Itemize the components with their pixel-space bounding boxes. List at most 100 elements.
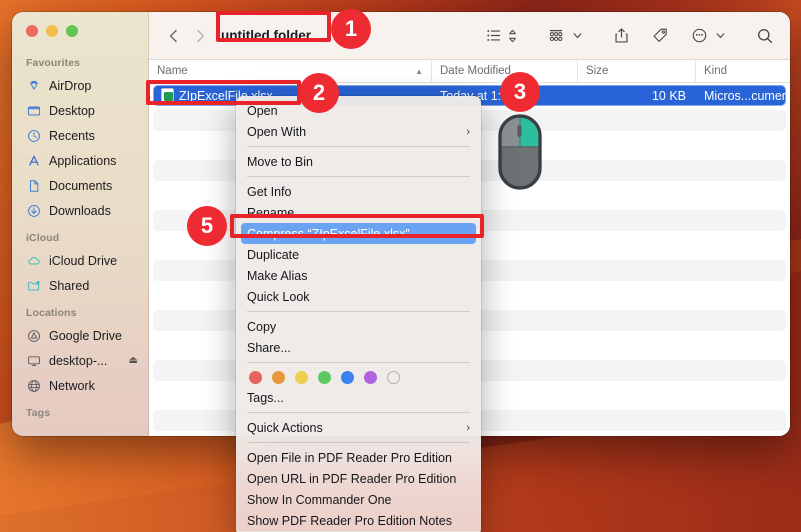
file-list-column-headers: Name ▲ Date Modified Size Kind [149, 60, 790, 83]
tag-icon[interactable] [650, 23, 671, 49]
window-traffic-lights[interactable] [26, 25, 78, 37]
sidebar-item-network[interactable]: Network [12, 373, 148, 398]
column-header-label: Size [586, 65, 609, 77]
finder-toolbar: untitled folder [149, 12, 790, 60]
tag-swatch-purple[interactable] [364, 371, 377, 384]
sidebar-item-documents[interactable]: Documents [12, 173, 148, 198]
menu-item-open[interactable]: Open [236, 100, 481, 121]
more-ellipsis-icon[interactable] [689, 23, 710, 49]
tag-color-swatches[interactable] [236, 367, 481, 387]
sidebar-item-applications[interactable]: Applications [12, 148, 148, 173]
chevron-right-icon: › [466, 421, 470, 434]
menu-item-quick-actions[interactable]: Quick Actions › [236, 417, 481, 438]
menu-item-move-to-bin[interactable]: Move to Bin [236, 151, 481, 172]
shared-folder-icon [26, 278, 41, 293]
sort-ascending-icon: ▲ [415, 66, 423, 76]
sidebar-item-label: Documents [49, 178, 113, 193]
menu-separator [247, 311, 470, 312]
menu-item-label: Compress “ZIpExcelFile.xlsx” [247, 226, 410, 241]
menu-separator [247, 176, 470, 177]
menu-item-get-info[interactable]: Get Info [236, 181, 481, 202]
tag-swatch-blue[interactable] [341, 371, 354, 384]
menu-item-compress[interactable]: Compress “ZIpExcelFile.xlsx” [241, 223, 476, 244]
back-button[interactable] [161, 23, 187, 49]
menu-item-label: Tags... [247, 390, 284, 405]
sidebar-item-downloads[interactable]: Downloads [12, 198, 148, 223]
menu-separator [247, 362, 470, 363]
menu-item-show-pdf-reader-pro-notes[interactable]: Show PDF Reader Pro Edition Notes [236, 510, 481, 531]
menu-item-label: Show In Commander One [247, 492, 392, 507]
close-button[interactable] [26, 25, 38, 37]
xlsx-file-icon [161, 88, 174, 103]
menu-item-duplicate[interactable]: Duplicate [236, 244, 481, 265]
forward-button[interactable] [187, 23, 213, 49]
list-view-icon[interactable] [484, 23, 505, 49]
context-menu[interactable]: Open Open With › Move to Bin Get Info Re… [236, 96, 481, 532]
column-header-name[interactable]: Name ▲ [149, 60, 432, 82]
sidebar-item-google-drive[interactable]: Google Drive [12, 323, 148, 348]
computer-icon [26, 353, 41, 368]
chevron-down-icon[interactable] [570, 23, 585, 49]
sidebar-item-label: iCloud Drive [49, 253, 118, 268]
menu-item-open-with[interactable]: Open With › [236, 121, 481, 142]
share-upload-icon[interactable] [611, 23, 632, 49]
sidebar-item-desktop[interactable]: Desktop [12, 98, 148, 123]
menu-item-make-alias[interactable]: Make Alias [236, 265, 481, 286]
sidebar-item-shared[interactable]: Shared [12, 273, 148, 298]
menu-item-tags[interactable]: Tags... [236, 387, 481, 408]
annotation-badge-3: 3 [500, 72, 540, 112]
menu-separator [247, 146, 470, 147]
menu-item-label: Get Info [247, 184, 292, 199]
menu-item-label: Share... [247, 340, 291, 355]
column-header-label: Date Modified [440, 65, 511, 77]
sidebar-item-label: Recents [49, 128, 95, 143]
minimize-button[interactable] [46, 25, 58, 37]
sidebar-item-label: AirDrop [49, 78, 92, 93]
tag-swatch-orange[interactable] [272, 371, 285, 384]
column-header-size[interactable]: Size [578, 60, 696, 82]
menu-item-label: Duplicate [247, 247, 300, 262]
sidebar-item-icloud-drive[interactable]: iCloud Drive [12, 248, 148, 273]
column-header-kind[interactable]: Kind [696, 60, 790, 82]
menu-item-open-file-pdf-reader-pro[interactable]: Open File in PDF Reader Pro Edition [236, 447, 481, 468]
sort-updown-icon[interactable] [505, 23, 520, 49]
menu-item-show-in-commander-one[interactable]: Show In Commander One [236, 489, 481, 510]
sidebar-item-airdrop[interactable]: AirDrop [12, 73, 148, 98]
menu-item-label: Make Alias [247, 268, 308, 283]
file-kind-cell: Micros...cument [704, 88, 786, 103]
mouse-right-click-illustration [497, 113, 543, 191]
menu-item-label: Move to Bin [247, 154, 314, 169]
group-by-icon[interactable] [546, 23, 567, 49]
sidebar-item-label: desktop-... [49, 353, 108, 368]
menu-item-quick-look[interactable]: Quick Look [236, 286, 481, 307]
menu-item-copy[interactable]: Copy [236, 316, 481, 337]
tag-swatch-red[interactable] [249, 371, 262, 384]
menu-item-share[interactable]: Share... [236, 337, 481, 358]
tag-swatch-none[interactable] [387, 371, 400, 384]
chevron-down-icon[interactable] [713, 23, 728, 49]
menu-section-third-party: Open File in PDF Reader Pro Edition Open… [236, 447, 481, 531]
menu-separator [247, 442, 470, 443]
sidebar-group-favourites-title: Favourites [26, 57, 81, 69]
eject-icon[interactable]: ⏏ [129, 355, 138, 366]
menu-item-label: Open URL in PDF Reader Pro Edition [247, 471, 457, 486]
download-icon [26, 203, 41, 218]
sidebar-item-recents[interactable]: Recents [12, 123, 148, 148]
applications-icon [26, 153, 41, 168]
chevron-right-icon: › [466, 125, 470, 138]
tag-swatch-green[interactable] [318, 371, 331, 384]
annotation-badge-5: 5 [187, 206, 227, 246]
menu-item-rename[interactable]: Rename [236, 202, 481, 223]
menu-item-label: Open [247, 103, 278, 118]
tag-swatch-yellow[interactable] [295, 371, 308, 384]
menu-separator [247, 412, 470, 413]
maximize-button[interactable] [66, 25, 78, 37]
sidebar-item-desktop-computer[interactable]: desktop-... ⏏ [12, 348, 148, 373]
clock-icon [26, 128, 41, 143]
annotation-badge-1: 1 [331, 9, 371, 49]
sidebar-item-label: Downloads [49, 203, 111, 218]
file-size-cell: 10 KB [651, 88, 686, 103]
menu-item-open-url-pdf-reader-pro[interactable]: Open URL in PDF Reader Pro Edition [236, 468, 481, 489]
desktop-icon [26, 103, 41, 118]
search-icon[interactable] [754, 23, 776, 49]
